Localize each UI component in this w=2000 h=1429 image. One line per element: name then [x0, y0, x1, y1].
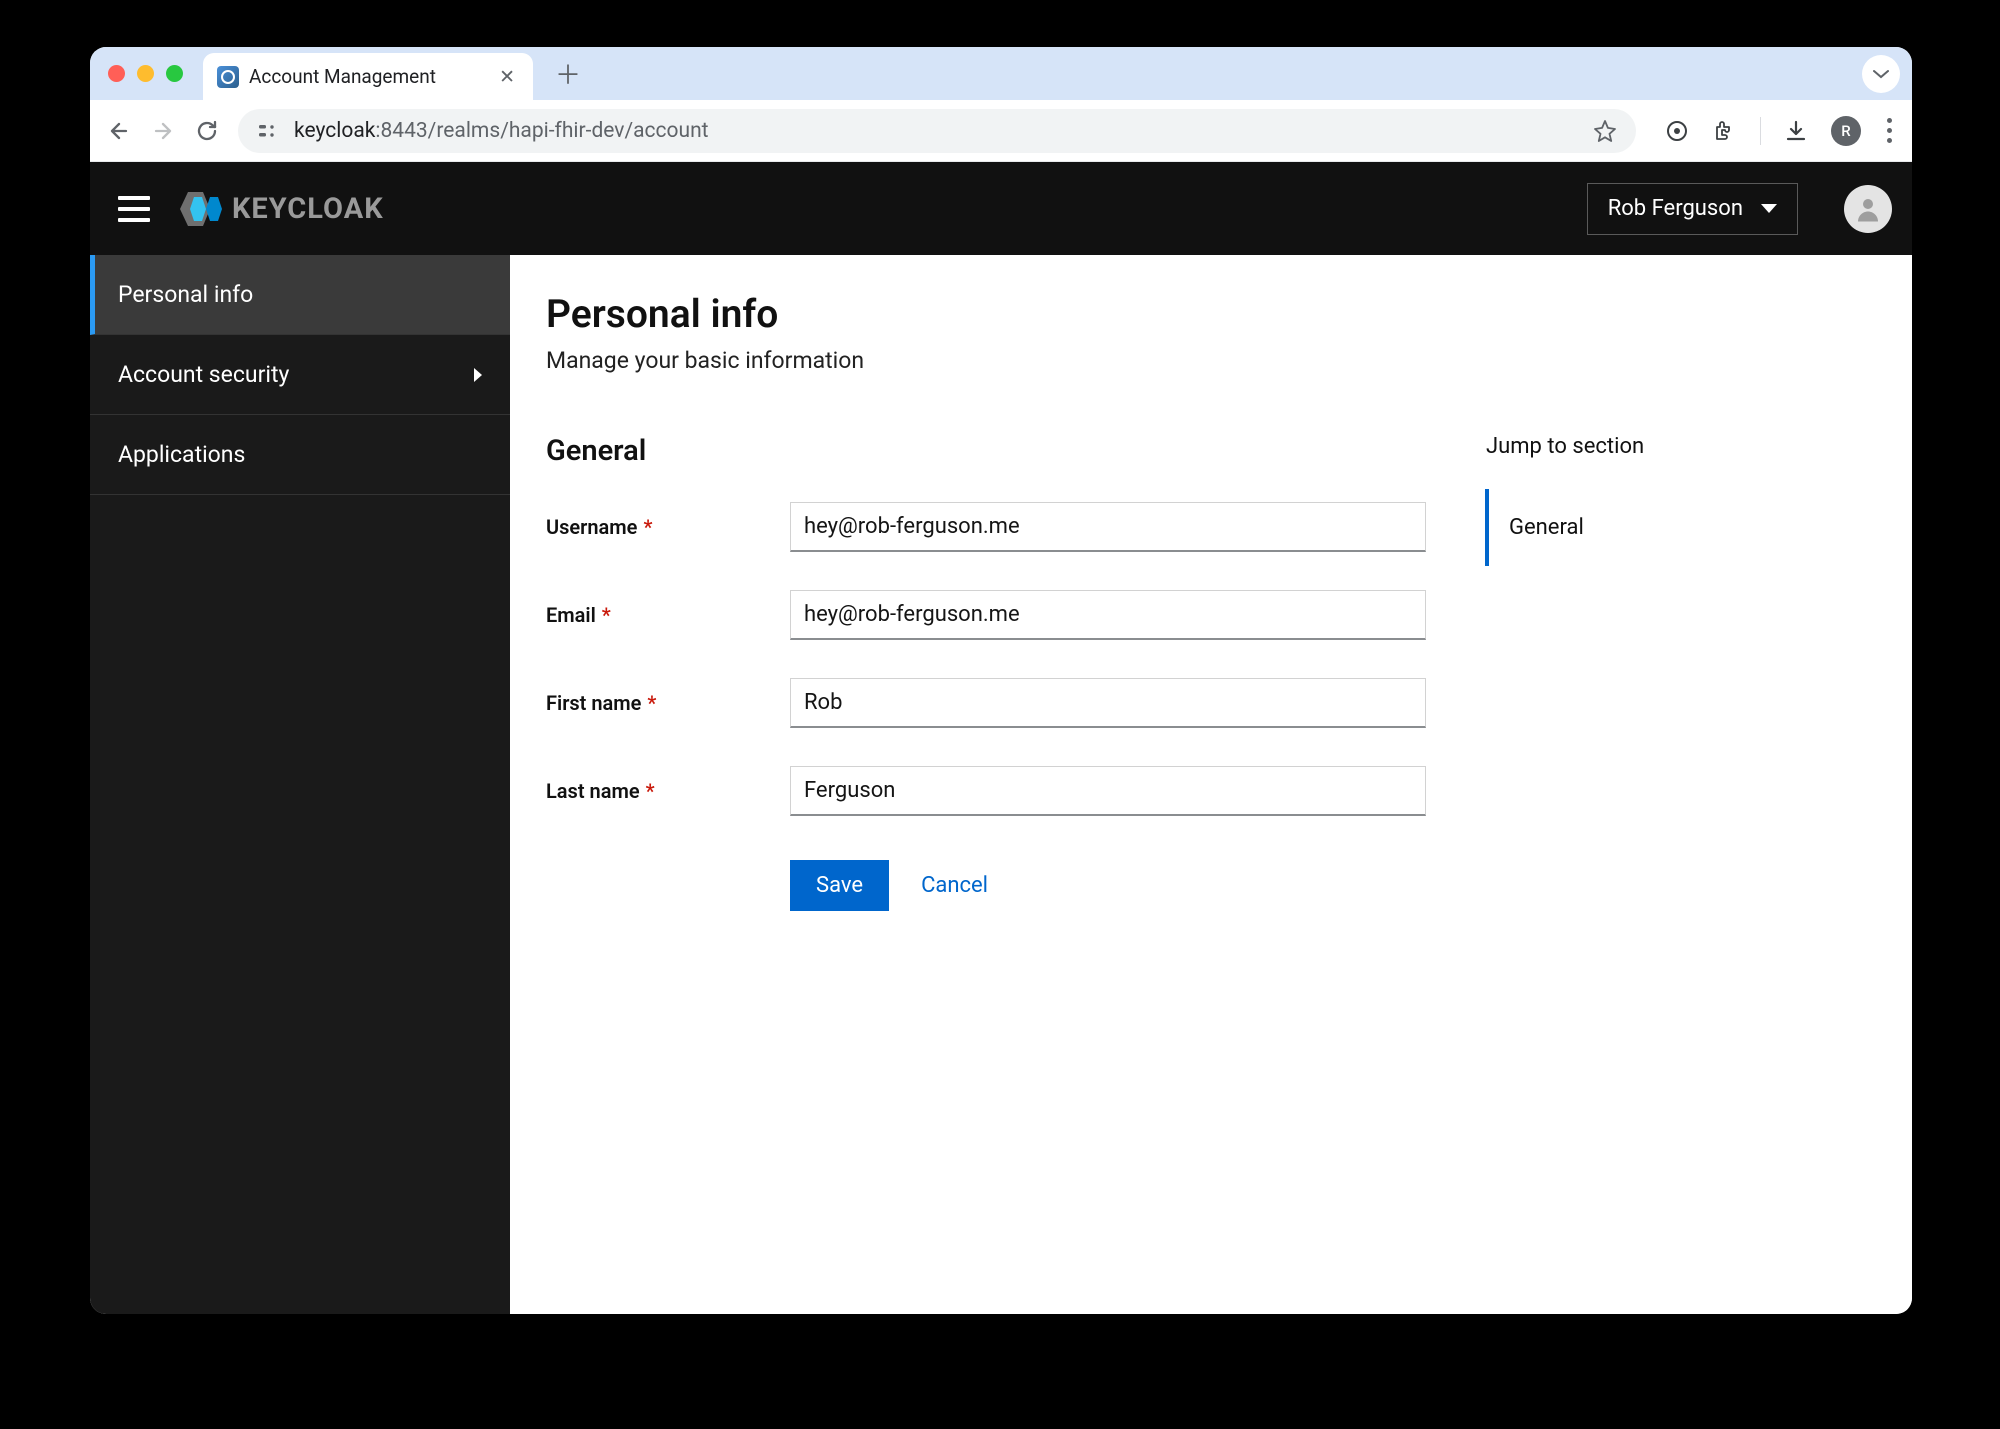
- cancel-button[interactable]: Cancel: [921, 873, 988, 898]
- profile-avatar[interactable]: R: [1831, 116, 1861, 146]
- form-section: General Username* Email* First name*: [546, 434, 1426, 911]
- window-close-button[interactable]: [108, 65, 125, 82]
- menu-toggle-button[interactable]: [110, 188, 158, 230]
- tabs-dropdown-button[interactable]: [1862, 55, 1900, 93]
- main-content: Personal info Manage your basic informat…: [510, 255, 1912, 1314]
- user-menu-button[interactable]: Rob Ferguson: [1587, 183, 1798, 235]
- close-tab-icon[interactable]: ✕: [495, 65, 519, 88]
- separator: [1760, 117, 1761, 145]
- page-subtitle: Manage your basic information: [546, 347, 1876, 374]
- extensions-icon[interactable]: [1712, 118, 1738, 144]
- browser-toolbar: keycloak:8443/realms/hapi-fhir-dev/accou…: [90, 100, 1912, 162]
- toolbar-right: R: [1664, 116, 1896, 146]
- window-controls: [108, 65, 183, 82]
- url-text: keycloak:8443/realms/hapi-fhir-dev/accou…: [294, 119, 709, 143]
- sidebar: Personal info Account security Applicati…: [90, 255, 510, 1314]
- sidebar-item-label: Applications: [118, 441, 245, 468]
- window-maximize-button[interactable]: [166, 65, 183, 82]
- browser-tab-strip: Account Management ✕ ＋: [90, 47, 1912, 100]
- save-button[interactable]: Save: [790, 860, 889, 911]
- form-row-username: Username*: [546, 502, 1426, 552]
- first-name-input[interactable]: [790, 678, 1426, 728]
- last-name-label: Last name*: [546, 779, 790, 803]
- chevron-right-icon: [474, 368, 482, 382]
- form-actions: Save Cancel: [546, 860, 1426, 911]
- tab-favicon: [217, 66, 239, 88]
- bookmark-icon[interactable]: [1592, 118, 1618, 144]
- jump-item-general[interactable]: General: [1485, 489, 1746, 566]
- new-tab-button[interactable]: ＋: [555, 55, 581, 92]
- email-input[interactable]: [790, 590, 1426, 640]
- last-name-input[interactable]: [790, 766, 1426, 816]
- jump-title: Jump to section: [1486, 434, 1746, 459]
- download-icon[interactable]: [1783, 118, 1809, 144]
- brand-text: KEYCLOAK: [232, 192, 384, 226]
- email-label: Email*: [546, 603, 790, 627]
- section-heading: General: [546, 434, 1426, 468]
- sidebar-item-applications[interactable]: Applications: [90, 415, 510, 495]
- jump-to-section: Jump to section General: [1486, 434, 1746, 911]
- window-minimize-button[interactable]: [137, 65, 154, 82]
- reload-icon: [195, 119, 219, 143]
- form-row-first-name: First name*: [546, 678, 1426, 728]
- sidebar-item-label: Account security: [118, 361, 289, 388]
- form-row-last-name: Last name*: [546, 766, 1426, 816]
- form-row-email: Email*: [546, 590, 1426, 640]
- username-input[interactable]: [790, 502, 1426, 552]
- first-name-label: First name*: [546, 691, 790, 715]
- app-root: KEYCLOAK Rob Ferguson Personal info Acco…: [90, 162, 1912, 1314]
- caret-down-icon: [1761, 204, 1777, 213]
- sidebar-item-account-security[interactable]: Account security: [90, 335, 510, 415]
- sidebar-item-label: Personal info: [118, 281, 253, 308]
- brand-logo[interactable]: KEYCLOAK: [180, 192, 384, 226]
- arrow-left-icon: [107, 119, 131, 143]
- jump-item-label: General: [1509, 515, 1584, 540]
- address-bar[interactable]: keycloak:8443/realms/hapi-fhir-dev/accou…: [238, 109, 1636, 153]
- keycloak-logo-icon: [180, 192, 226, 226]
- back-button[interactable]: [106, 118, 132, 144]
- extension-icon[interactable]: [1664, 118, 1690, 144]
- app-header: KEYCLOAK Rob Ferguson: [90, 162, 1912, 255]
- browser-tab[interactable]: Account Management ✕: [203, 53, 533, 100]
- jump-list: General: [1486, 489, 1746, 566]
- reload-button[interactable]: [194, 118, 220, 144]
- user-display-name: Rob Ferguson: [1608, 196, 1743, 221]
- browser-menu-button[interactable]: [1883, 118, 1896, 143]
- user-avatar[interactable]: [1844, 185, 1892, 233]
- person-icon: [1853, 194, 1883, 224]
- arrow-right-icon: [151, 119, 175, 143]
- page-title: Personal info: [546, 291, 1876, 337]
- tab-title: Account Management: [249, 65, 485, 88]
- username-label: Username*: [546, 515, 790, 539]
- site-info-icon[interactable]: [256, 119, 280, 143]
- forward-button: [150, 118, 176, 144]
- browser-window: Account Management ✕ ＋ keycloak:8443/rea…: [90, 47, 1912, 1314]
- app-body: Personal info Account security Applicati…: [90, 255, 1912, 1314]
- sidebar-item-personal-info[interactable]: Personal info: [90, 255, 510, 335]
- chevron-down-icon: [1873, 69, 1889, 79]
